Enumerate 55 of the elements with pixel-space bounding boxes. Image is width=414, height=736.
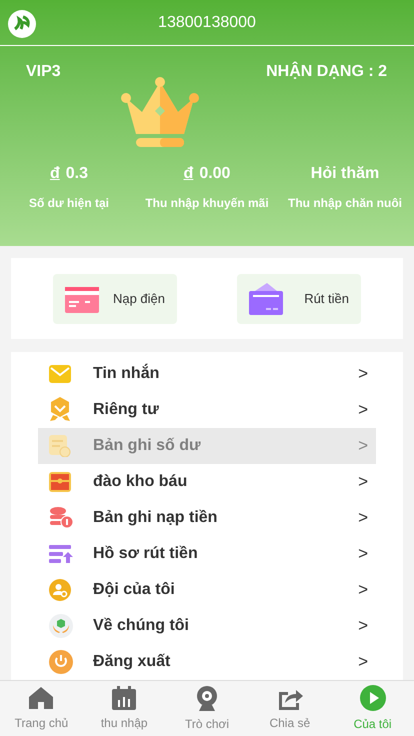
menu-label: Tin nhắn xyxy=(93,362,160,384)
chevron: > xyxy=(358,363,368,386)
menu-label: Bản ghi nạp tiền xyxy=(93,508,218,528)
chevron: > xyxy=(358,435,368,458)
stat-label: Số dư hiện tại xyxy=(28,195,110,212)
coins-icon xyxy=(49,507,73,529)
stat-value: 0.3 xyxy=(66,164,88,184)
hands-cube-icon xyxy=(49,614,73,638)
menu-label: Về chúng tôi xyxy=(93,616,190,636)
phone-number: 13800138000 xyxy=(158,12,256,32)
chevron: > xyxy=(358,579,368,602)
chevron: > xyxy=(358,399,368,422)
play-circle-icon xyxy=(360,684,386,710)
menu-item[interactable]: Đăng xuất > xyxy=(38,644,376,680)
action-button[interactable]: Nạp điện xyxy=(53,274,177,324)
menu-label: Đăng xuất xyxy=(93,652,172,672)
menu-item[interactable]: Hồ sơ rút tiền > xyxy=(38,536,376,572)
action-button[interactable]: Rút tiền xyxy=(237,274,361,324)
medal-icon xyxy=(49,397,71,423)
stat-label: Thu nhập chăn nuôi xyxy=(288,195,402,212)
menu-label: Riêng tư xyxy=(93,400,160,420)
id-label: NHẬN DẠNG : 2 xyxy=(266,60,387,82)
chevron: > xyxy=(358,507,368,530)
menu-label: đào kho báu xyxy=(93,472,188,492)
vip-level: VIP3 xyxy=(26,62,61,82)
chevron: > xyxy=(358,471,368,494)
stat-label: Thu nhập khuyến mãi xyxy=(145,195,269,212)
power-icon xyxy=(49,650,73,674)
stat-value: Hỏi thăm xyxy=(310,164,380,184)
app-logo-icon xyxy=(7,9,37,39)
envelope-icon xyxy=(49,365,71,383)
treasure-chest-icon xyxy=(49,472,71,492)
user-gear-icon xyxy=(49,579,71,601)
chevron: > xyxy=(358,615,368,638)
home-icon xyxy=(28,686,54,710)
menu-item[interactable]: Bản ghi nạp tiền > xyxy=(38,500,376,536)
wallet-icon xyxy=(249,282,283,314)
chevron: > xyxy=(358,543,368,566)
menu-item[interactable]: Đội của tôi > xyxy=(38,572,376,608)
card-icon xyxy=(65,284,99,312)
document-icon xyxy=(49,435,71,457)
crown-icon xyxy=(118,76,202,150)
chevron: > xyxy=(358,651,368,674)
currency-symbol: đ xyxy=(50,164,60,184)
currency-symbol: đ xyxy=(184,164,194,184)
menu-label: Bản ghi số dư xyxy=(93,436,202,456)
menu-item[interactable]: đào kho báu > xyxy=(38,464,376,500)
menu-item[interactable]: Về chúng tôi > xyxy=(38,608,376,644)
list-upload-icon xyxy=(49,545,73,563)
menu-label: Hồ sơ rút tiền xyxy=(93,544,199,564)
menu-item[interactable]: Riêng tư > xyxy=(38,392,376,428)
menu-item[interactable]: Tin nhắn > xyxy=(38,356,376,392)
menu-label: Đội của tôi xyxy=(93,580,176,600)
calendar-chart-icon xyxy=(112,686,136,710)
stat-value: 0.00 xyxy=(199,164,230,184)
